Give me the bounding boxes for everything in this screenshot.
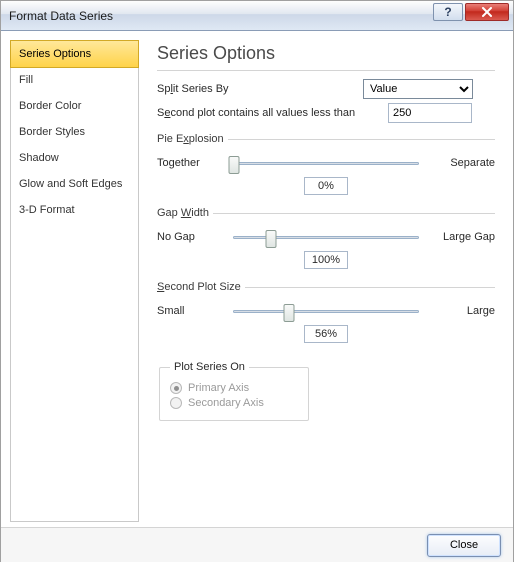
radio-icon <box>170 382 182 394</box>
gap-width-value[interactable]: 100% <box>304 251 348 269</box>
sidebar-item[interactable]: 3-D Format <box>11 197 138 223</box>
less-than-label: Second plot contains all values less tha… <box>157 107 382 119</box>
primary-axis-radio: Primary Axis <box>170 382 298 394</box>
second-plot-min-label: Small <box>157 305 225 317</box>
second-plot-value[interactable]: 56% <box>304 325 348 343</box>
dialog-footer: Close <box>1 527 513 562</box>
sidebar-item[interactable]: Shadow <box>11 145 138 171</box>
secondary-axis-label: Secondary Axis <box>188 397 264 409</box>
sidebar-item[interactable]: Fill <box>11 67 138 93</box>
split-by-select[interactable]: PositionValuePercentage valueCustom <box>363 79 473 99</box>
pie-explosion-slider[interactable] <box>233 153 419 173</box>
help-button[interactable]: ? <box>433 3 463 21</box>
sidebar: Series OptionsFillBorder ColorBorder Sty… <box>1 31 139 527</box>
pane-title: Series Options <box>157 43 495 71</box>
close-icon <box>481 7 493 17</box>
titlebar-buttons: ? <box>433 1 513 30</box>
less-than-input[interactable] <box>388 103 472 123</box>
second-plot-size-legend: Second Plot Size <box>157 281 245 293</box>
pie-explosion-legend: Pie Explosion <box>157 133 228 145</box>
second-plot-size-group: Second Plot Size Small Large 56% <box>157 281 495 345</box>
split-by-label: Split Series By <box>157 83 357 95</box>
gap-width-legend: Gap Width <box>157 207 213 219</box>
plot-series-on-legend: Plot Series On <box>170 361 249 373</box>
close-button[interactable]: Close <box>427 534 501 557</box>
second-plot-max-label: Large <box>427 305 495 317</box>
pie-explosion-min-label: Together <box>157 157 225 169</box>
pie-explosion-group: Pie Explosion Together Separate 0% <box>157 133 495 197</box>
second-plot-slider[interactable] <box>233 301 419 321</box>
pie-explosion-max-label: Separate <box>427 157 495 169</box>
close-window-button[interactable] <box>465 3 509 21</box>
main-pane: Series Options Split Series By PositionV… <box>139 31 513 527</box>
gap-width-slider[interactable] <box>233 227 419 247</box>
primary-axis-label: Primary Axis <box>188 382 249 394</box>
gap-width-group: Gap Width No Gap Large Gap 100% <box>157 207 495 271</box>
pie-explosion-value[interactable]: 0% <box>304 177 348 195</box>
plot-series-on-group: Plot Series On Primary Axis Secondary Ax… <box>159 361 309 421</box>
dialog-window: Format Data Series ? Series OptionsFillB… <box>0 0 514 562</box>
radio-icon <box>170 397 182 409</box>
sidebar-item[interactable]: Border Styles <box>11 119 138 145</box>
sidebar-item[interactable]: Series Options <box>10 40 139 68</box>
secondary-axis-radio: Secondary Axis <box>170 397 298 409</box>
gap-width-min-label: No Gap <box>157 231 225 243</box>
titlebar: Format Data Series ? <box>1 1 513 31</box>
sidebar-item[interactable]: Border Color <box>11 93 138 119</box>
gap-width-max-label: Large Gap <box>427 231 495 243</box>
sidebar-item[interactable]: Glow and Soft Edges <box>11 171 138 197</box>
window-title: Format Data Series <box>9 9 433 23</box>
